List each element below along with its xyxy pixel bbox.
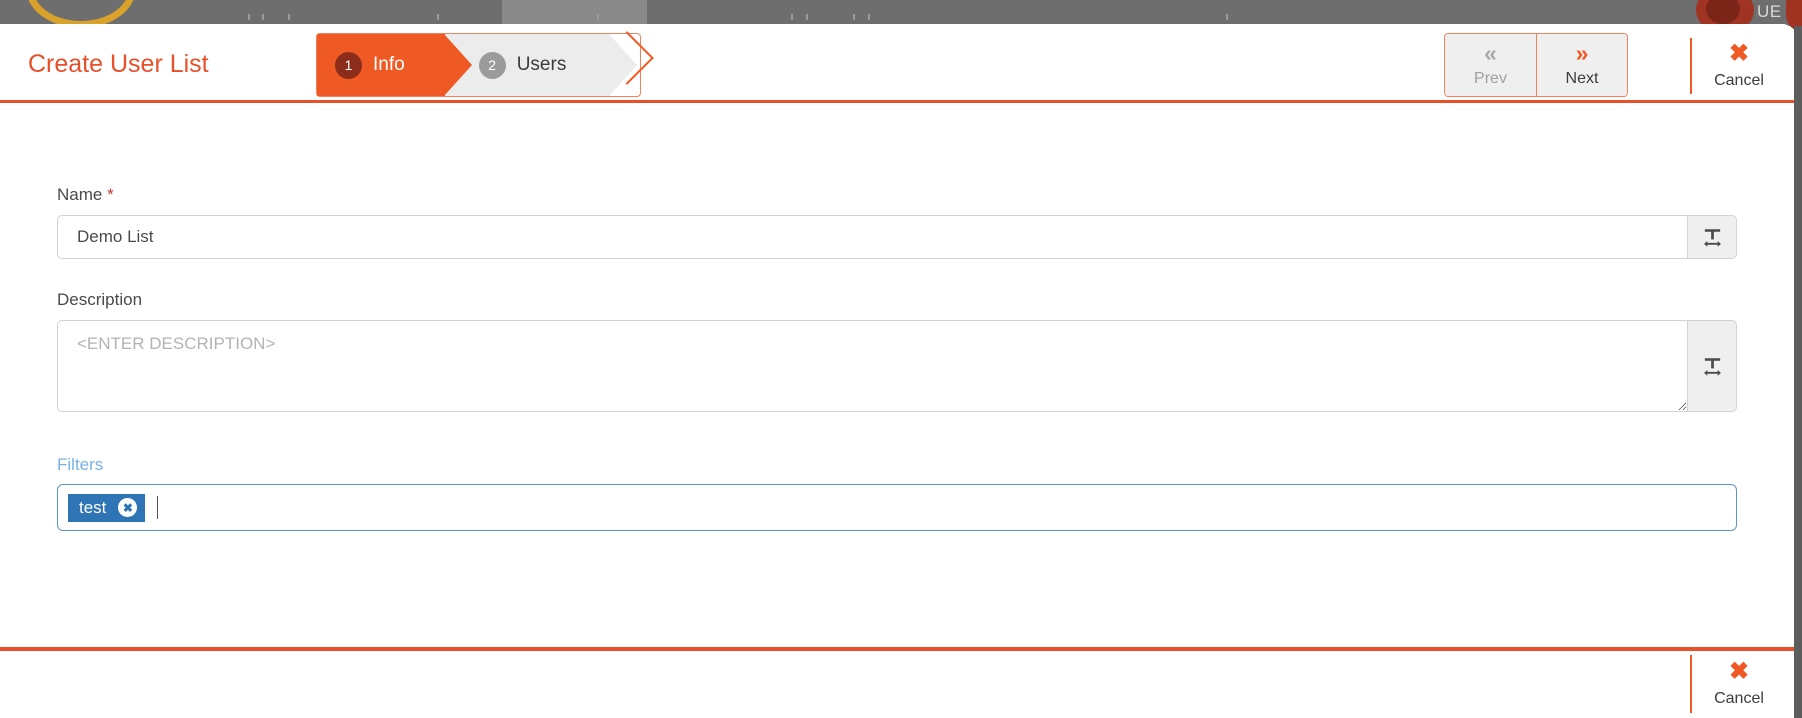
background-label: UE: [1757, 2, 1782, 21]
chevron-double-right-icon: »: [1575, 40, 1589, 66]
next-button[interactable]: » Next: [1536, 34, 1627, 96]
background-tick: [262, 14, 264, 20]
background-tick: [437, 14, 439, 20]
description-field-label: Description: [57, 290, 143, 309]
background-tick: [791, 14, 793, 20]
required-asterisk: *: [107, 185, 114, 204]
background-tick: [597, 14, 599, 20]
filter-tag[interactable]: test ✖: [68, 493, 146, 522]
background-tick: [868, 14, 870, 20]
create-user-list-modal: Create User List 1 Info 2 Users « Prev »…: [0, 24, 1794, 718]
cancel-button-footer[interactable]: ✖ Cancel: [1690, 655, 1786, 713]
background-right-edge: [1794, 26, 1802, 718]
name-translate-button[interactable]: [1687, 215, 1737, 259]
description-input-row: [57, 320, 1737, 412]
wizard-step-info[interactable]: 1 Info: [317, 34, 472, 96]
cancel-button-header-label: Cancel: [1714, 72, 1764, 89]
name-field-label: Name *: [57, 185, 1737, 205]
filters-field-label: Filters: [57, 455, 104, 474]
modal-body: Name * Description: [0, 103, 1794, 647]
wizard-step-users-number: 2: [478, 51, 506, 79]
cancel-button-header[interactable]: ✖ Cancel: [1690, 38, 1786, 94]
filters-field-group: Filters test ✖: [57, 455, 1737, 531]
prev-button[interactable]: « Prev: [1445, 34, 1536, 96]
name-label-text: Name: [57, 185, 103, 204]
close-x-icon: ✖: [1728, 658, 1750, 685]
background-tab-block: [502, 0, 647, 26]
description-field-group: Description: [57, 290, 1737, 412]
background-tick: [248, 14, 250, 20]
name-input-row: [57, 215, 1737, 259]
modal-header: Create User List 1 Info 2 Users « Prev »…: [0, 24, 1794, 103]
description-textarea[interactable]: [57, 320, 1687, 412]
chevron-double-left-icon: «: [1484, 40, 1497, 66]
prev-button-label: Prev: [1474, 70, 1507, 87]
wizard-step-users-label: Users: [516, 54, 567, 75]
cancel-button-footer-label: Cancel: [1714, 690, 1764, 707]
background-topbar: [0, 0, 1802, 26]
background-tick: [1226, 14, 1228, 20]
description-translate-button[interactable]: [1687, 320, 1737, 412]
close-x-icon: ✖: [1728, 40, 1750, 67]
background-tick: [288, 14, 290, 20]
filters-tag-input[interactable]: test ✖: [57, 484, 1737, 531]
background-tick: [806, 14, 808, 20]
name-input[interactable]: [57, 215, 1687, 259]
remove-circle-x-icon[interactable]: ✖: [118, 498, 138, 517]
page-title: Create User List: [28, 50, 209, 78]
filter-tag-label: test: [79, 497, 107, 517]
wizard-steps: 1 Info 2 Users: [316, 33, 642, 97]
wizard-nav-group: « Prev » Next: [1444, 33, 1628, 97]
text-caret: [157, 496, 159, 519]
wizard-step-info-label: Info: [373, 54, 405, 75]
name-field-group: Name *: [57, 185, 1737, 259]
next-button-label: Next: [1565, 70, 1599, 87]
wizard-step-info-number: 1: [335, 51, 362, 79]
page-root: UE Create User List 1 Info 2 Users « Pre…: [0, 0, 1802, 718]
modal-footer: ✖ Cancel: [0, 651, 1794, 718]
background-tick: [853, 14, 855, 20]
